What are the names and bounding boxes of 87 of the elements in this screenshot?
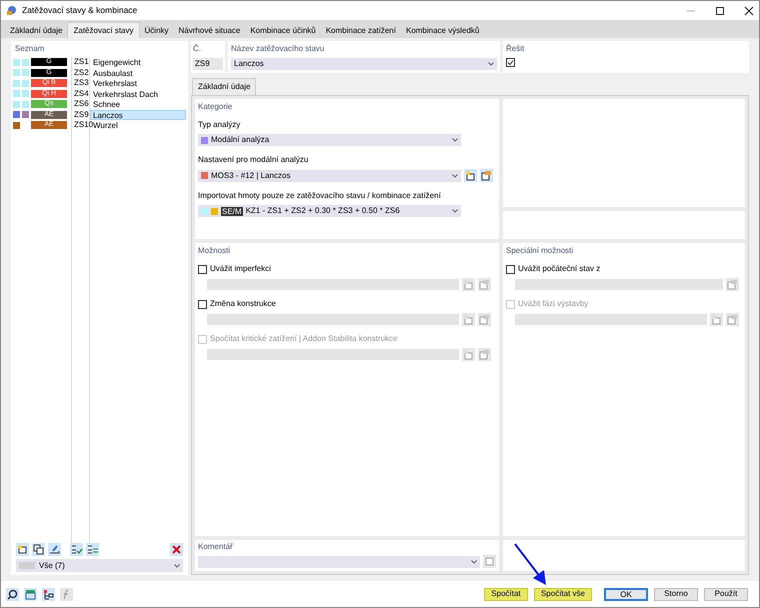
chevron-down-icon: [452, 209, 458, 213]
list-item[interactable]: Eigengewicht: [90, 57, 186, 68]
add-icon[interactable]: [16, 543, 29, 556]
input-field[interactable]: [207, 314, 459, 325]
list-item[interactable]: Verkehrslast Dach: [90, 88, 186, 99]
list-item[interactable]: Verkehrslast: [90, 78, 186, 88]
dropdown-value: Modální analýza: [211, 134, 270, 146]
dropdown[interactable]: MOS3 - #12 | Lanczos: [198, 170, 461, 182]
checkbox[interactable]: [198, 300, 207, 308]
list-code: ZS6: [72, 99, 90, 110]
section-title: Speciální možnosti: [506, 245, 574, 257]
search-icon[interactable]: [6, 588, 19, 600]
table-icon[interactable]: [24, 588, 37, 600]
dropdown-value: MOS3 - #12 | Lanczos: [211, 170, 292, 182]
field-label: Název zatěžovacího stavu: [231, 43, 326, 55]
close-icon[interactable]: [744, 6, 754, 16]
field-label: Importovat hmoty pouze ze zatěžovacího stavu / kombinace zatížení: [198, 190, 442, 202]
app-icon: [6, 5, 17, 16]
dropdown-value: KZ1 - ZS1 + ZS2 + 0.30 * ZS3 + 0.50 * ZS6: [246, 205, 401, 217]
field-label: Komentář: [198, 541, 234, 553]
field-label: Nastavení pro modální analýzu: [198, 154, 310, 166]
dropdown-value: Lanczos: [234, 58, 264, 70]
chevron-down-icon: [452, 174, 458, 178]
tab[interactable]: Účinky: [140, 24, 174, 38]
input-field[interactable]: [207, 279, 459, 290]
checkbox[interactable]: [198, 264, 207, 274]
section-title: Možnosti: [198, 245, 232, 257]
export-icon[interactable]: [48, 543, 61, 556]
copy-icon[interactable]: [32, 543, 45, 556]
checkbox[interactable]: [506, 264, 515, 274]
comment-field[interactable]: [198, 556, 480, 568]
tree-icon[interactable]: [42, 588, 55, 600]
panel-title: Seznam: [15, 43, 46, 55]
field-label: Typ analýzy: [198, 119, 242, 131]
new-item-icon[interactable]: [464, 169, 477, 182]
option-label: Uvážit počáteční stav z: [518, 263, 600, 275]
filter-swatch: [19, 562, 35, 569]
list-item[interactable]: Lanczos: [90, 110, 186, 120]
filter-dropdown[interactable]: Vše (7): [16, 559, 183, 572]
tag: SE/M: [221, 206, 243, 216]
tab[interactable]: Kombinace výsledků: [400, 24, 484, 38]
field-label: Řešit: [506, 43, 526, 55]
input-field[interactable]: [515, 279, 723, 290]
chevron-down-icon: [452, 138, 458, 142]
dialog-button[interactable]: Spočítat vše: [534, 588, 592, 600]
tab[interactable]: Kombinace zatížení: [320, 24, 401, 38]
chevron-down-icon: [174, 564, 180, 568]
list-item[interactable]: Schnee: [90, 99, 186, 110]
list-item[interactable]: Ausbaulast: [90, 68, 186, 78]
field-label: Č.: [193, 43, 202, 55]
tab[interactable]: Základní údaje: [5, 24, 68, 38]
arrow-annotation: [513, 542, 549, 587]
tab[interactable]: Kombinace účinků: [245, 24, 321, 38]
option-label: Uvážit fázi výstavby: [518, 298, 588, 310]
option-label: Uvážit imperfekci: [210, 263, 271, 275]
list-code: ZS1: [72, 57, 90, 68]
list-code: ZS4: [72, 88, 90, 99]
chevron-down-icon: [471, 560, 477, 564]
input-field[interactable]: [207, 349, 459, 360]
dropdown[interactable]: Modální analýza: [198, 134, 461, 146]
input-field[interactable]: [515, 314, 707, 325]
tab[interactable]: Návrhové situace: [174, 24, 246, 38]
formula-icon[interactable]: [60, 588, 73, 600]
document-icon[interactable]: [483, 555, 496, 568]
edit-item-icon[interactable]: [480, 169, 493, 182]
checkbox[interactable]: [506, 58, 515, 67]
dropdown[interactable]: SE/M KZ1 - ZS1 + ZS2 + 0.30 * ZS3 + 0.50 * ZS6: [198, 205, 461, 217]
maximize-icon[interactable]: [715, 6, 725, 16]
option-label: Spočítat kritické zatížení | Addon Stabilita konstrukce: [210, 333, 398, 345]
dialog-button[interactable]: Storno: [654, 588, 698, 600]
check-list-icon[interactable]: [70, 543, 83, 556]
dialog-button[interactable]: OK: [604, 588, 648, 600]
dialog-button[interactable]: Použít: [704, 588, 748, 600]
window-title: Zatěžovací stavy & kombinace: [22, 4, 138, 17]
option-label: Změna konstrukce: [210, 298, 276, 310]
name-dropdown[interactable]: Lanczos: [231, 58, 497, 70]
list-code: ZS2: [72, 68, 90, 78]
section-tab[interactable]: Základní údaje: [192, 78, 256, 95]
chevron-down-icon: [488, 62, 494, 66]
swap-list-icon[interactable]: [86, 543, 99, 556]
tab[interactable]: Zatěžovací stavy: [67, 22, 140, 38]
section-title: Kategorie: [198, 101, 234, 113]
dialog-button[interactable]: Spočítat: [484, 588, 528, 600]
list-code: ZS3: [72, 78, 90, 88]
number-field[interactable]: ZS9: [193, 58, 223, 70]
filter-value: Vše (7): [39, 560, 65, 572]
delete-icon[interactable]: [170, 543, 183, 556]
